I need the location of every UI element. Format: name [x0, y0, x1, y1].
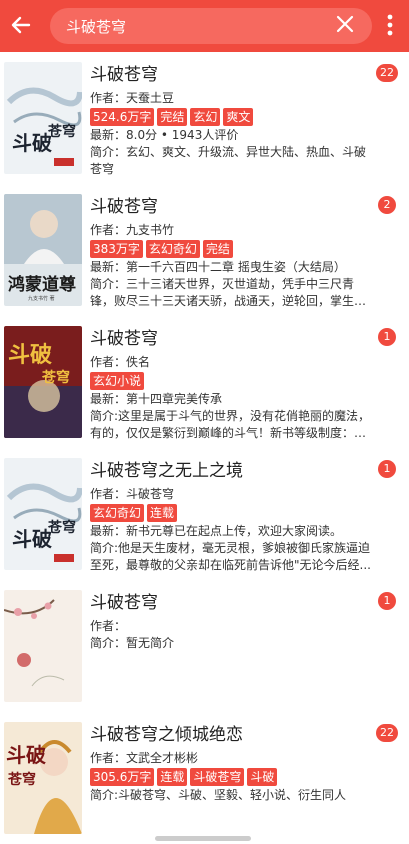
tag-badge: 斗破苍穹: [190, 768, 245, 786]
search-field[interactable]: 斗破苍穹: [50, 8, 372, 44]
tag-badge: 完结: [157, 108, 188, 126]
book-author: 作者：天蚕土豆: [90, 91, 175, 105]
search-input[interactable]: 斗破苍穹: [66, 16, 126, 37]
book-author: 作者：文武全才彬彬: [90, 751, 199, 765]
close-icon[interactable]: [335, 14, 355, 34]
book-intro: 简介：玄幻、爽文、升级流、异世大陆、热血、斗破苍穹: [90, 145, 367, 176]
tag-row: 305.6万字 连载 斗破苍穹 斗破: [90, 768, 376, 786]
source-count-badge: 2: [378, 196, 396, 214]
source-count-badge: 1: [378, 460, 396, 478]
list-item[interactable]: 斗破 苍穹 斗破苍穹之倾城绝恋 作者：文武全才彬彬 305.6万字 连载 斗破苍…: [0, 712, 409, 844]
book-title: 斗破苍穹: [90, 65, 158, 85]
tag-badge: 383万字: [90, 240, 143, 258]
book-author: 作者：佚名: [90, 355, 151, 369]
source-count-badge: 1: [378, 328, 396, 346]
book-intro: 简介：三十三诸天世界，灭世道劫，凭手中三尺青锋，败尽三十三天诸天骄，战通天，逆轮…: [90, 277, 355, 308]
book-author: 作者：: [90, 619, 127, 633]
book-title: 斗破苍穹: [90, 197, 158, 217]
book-cover-image: 斗破 苍穹: [4, 458, 82, 570]
source-count-badge: 22: [376, 724, 398, 742]
book-title: 斗破苍穹之无上之境: [90, 461, 243, 481]
list-item[interactable]: 斗破 苍穹 斗破苍穹 作者：天蚕土豆 524.6万字 完结 玄幻 爽文 最新：8…: [0, 52, 409, 184]
tag-badge: 完结: [202, 240, 233, 258]
tag-badge: 524.6万字: [90, 108, 155, 126]
tag-row: 524.6万字 完结 玄幻 爽文: [90, 108, 376, 126]
arrow-left-icon[interactable]: [8, 12, 34, 38]
book-title: 斗破苍穹: [90, 593, 158, 613]
svg-text:苍穹: 苍穹: [47, 123, 76, 140]
search-results-list: 斗破 苍穹 斗破苍穹 作者：天蚕土豆 524.6万字 完结 玄幻 爽文 最新：8…: [0, 52, 409, 844]
book-author: 作者：斗破苍穹: [90, 487, 175, 501]
svg-text:斗破: 斗破: [12, 527, 52, 551]
book-intro: 简介:斗破苍穹、斗破、坚毅、轻小说、衍生同人: [90, 788, 347, 802]
tag-badge: 玄幻奇幻: [90, 504, 145, 522]
book-intro: 简介：暂无简介: [90, 636, 175, 650]
svg-text:九支书竹 著: 九支书竹 著: [28, 295, 55, 302]
more-vertical-icon[interactable]: [382, 12, 398, 38]
svg-text:斗破: 斗破: [8, 342, 52, 368]
book-intro: 简介:这里是属于斗气的世界，没有花俏艳丽的魔法，有的，仅仅是繁衍到巅峰的斗气！新…: [90, 409, 371, 440]
book-latest: 最新：新书元尊已在起点上传，欢迎大家阅读。: [90, 524, 343, 538]
tag-row: 383万字 玄幻奇幻 完结: [90, 240, 376, 258]
list-item[interactable]: 斗破苍穹 作者： 简介：暂无简介 1: [0, 580, 409, 712]
top-app-bar: 斗破苍穹: [0, 0, 409, 52]
list-item[interactable]: 斗破 苍穹 斗破苍穹之无上之境 作者：斗破苍穹 玄幻奇幻 连载 最新：新书元尊已…: [0, 448, 409, 580]
book-title: 斗破苍穹之倾城绝恋: [90, 725, 243, 745]
tag-badge: 305.6万字: [90, 768, 155, 786]
svg-text:苍穹: 苍穹: [47, 519, 76, 536]
tag-badge: 玄幻小说: [90, 372, 145, 390]
tag-row: 玄幻奇幻 连载: [90, 504, 376, 522]
list-item[interactable]: 斗破 苍穹 斗破苍穹 作者：佚名 玄幻小说 最新：第十四章完美传承 简介:这里是…: [0, 316, 409, 448]
svg-text:鸿蒙道尊: 鸿蒙道尊: [8, 274, 76, 295]
source-count-badge: 22: [376, 64, 398, 82]
book-latest: 最新：8.0分 • 1943人评价: [90, 128, 239, 142]
book-author: 作者：九支书竹: [90, 223, 175, 237]
book-title: 斗破苍穹: [90, 329, 158, 349]
tag-badge: 连载: [147, 504, 178, 522]
tag-badge: 玄幻: [190, 108, 221, 126]
svg-text:斗破: 斗破: [6, 743, 46, 767]
book-cover-image: 斗破 苍穹: [4, 722, 82, 834]
svg-text:斗破: 斗破: [12, 131, 52, 155]
tag-badge: 玄幻奇幻: [145, 240, 200, 258]
tag-row: 玄幻小说: [90, 372, 376, 390]
scroll-indicator: [155, 836, 251, 841]
list-item[interactable]: 鸿蒙道尊 九支书竹 著 斗破苍穹 作者：九支书竹 383万字 玄幻奇幻 完结 最…: [0, 184, 409, 316]
book-cover-image: 鸿蒙道尊 九支书竹 著: [4, 194, 82, 306]
svg-text:苍穹: 苍穹: [41, 369, 70, 386]
source-count-badge: 1: [378, 592, 396, 610]
tag-badge: 斗破: [247, 768, 278, 786]
tag-badge: 连载: [157, 768, 188, 786]
book-cover-image: 斗破 苍穹: [4, 326, 82, 438]
book-cover-image: 斗破 苍穹: [4, 62, 82, 174]
book-latest: 最新：第一千六百四十二章 摇曳生姿（大结局）: [90, 260, 346, 274]
tag-badge: 爽文: [223, 108, 254, 126]
svg-text:苍穹: 苍穹: [7, 771, 36, 788]
book-intro: 简介:他是天生废材，毫无灵根，爹娘被御氏家族逼迫至死，最尊敬的父亲却在临死前告诉…: [90, 541, 371, 572]
book-cover-image: [4, 590, 82, 702]
book-latest: 最新：第十四章完美传承: [90, 392, 223, 406]
